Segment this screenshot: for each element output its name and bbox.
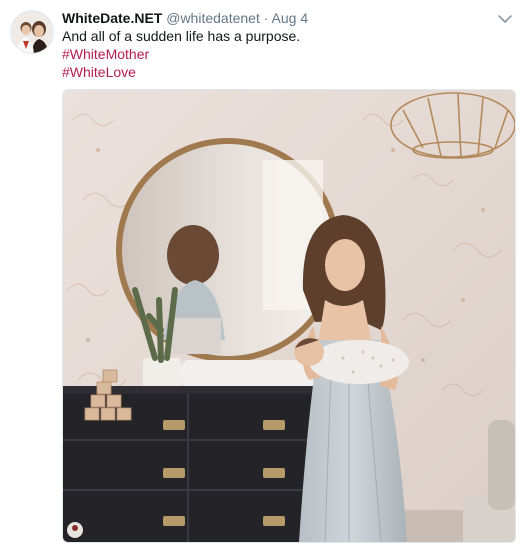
tweet-body: And all of a sudden life has a purpose. … [62, 27, 505, 81]
avatar[interactable] [10, 10, 54, 54]
chevron-down-icon[interactable] [497, 12, 513, 24]
photo-illustration [63, 90, 515, 542]
avatar-image [11, 11, 53, 53]
tweet-date[interactable]: Aug 4 [272, 10, 309, 26]
tweet-card: WhiteDate.NET @whitedatenet · Aug 4 And … [0, 0, 525, 551]
display-name[interactable]: WhiteDate.NET [62, 10, 162, 26]
hashtag-link[interactable]: #WhiteMother [62, 45, 505, 63]
tweet-header: WhiteDate.NET @whitedatenet · Aug 4 [62, 9, 485, 29]
tweet-text: And all of a sudden life has a purpose. [62, 28, 301, 44]
tweet-photo[interactable] [62, 89, 516, 543]
separator-dot: · [263, 10, 269, 26]
user-handle[interactable]: @whitedatenet [166, 10, 260, 26]
hashtag-link[interactable]: #WhiteLove [62, 63, 505, 81]
